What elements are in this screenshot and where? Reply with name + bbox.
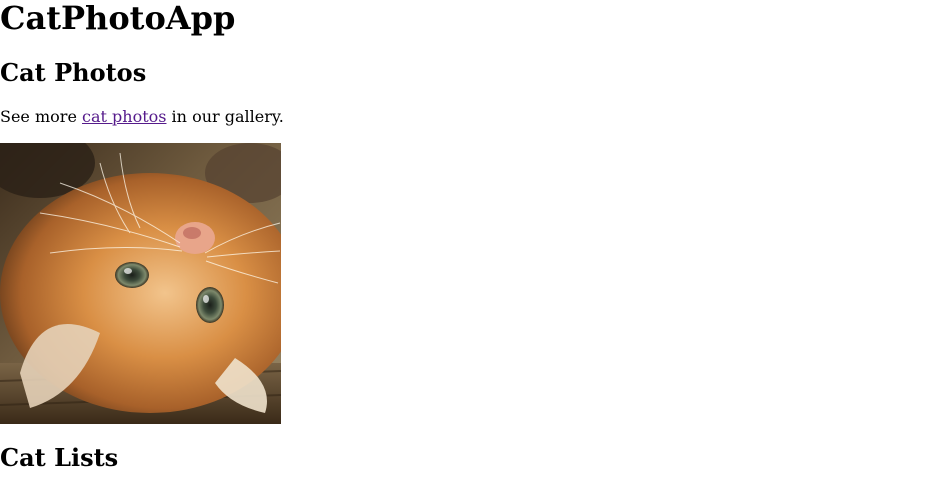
page-title: CatPhotoApp [0, 0, 236, 37]
kitten-illustration [0, 143, 281, 424]
gallery-text-before: See more [0, 107, 82, 126]
cat-lists-heading: Cat Lists [0, 443, 119, 472]
gallery-text-after: in our gallery. [166, 107, 284, 126]
cat-photos-link[interactable]: cat photos [82, 107, 166, 126]
gallery-paragraph: See more cat photos in our gallery. [0, 107, 284, 127]
cat-photo-image [0, 143, 281, 424]
cat-photos-heading: Cat Photos [0, 58, 147, 87]
